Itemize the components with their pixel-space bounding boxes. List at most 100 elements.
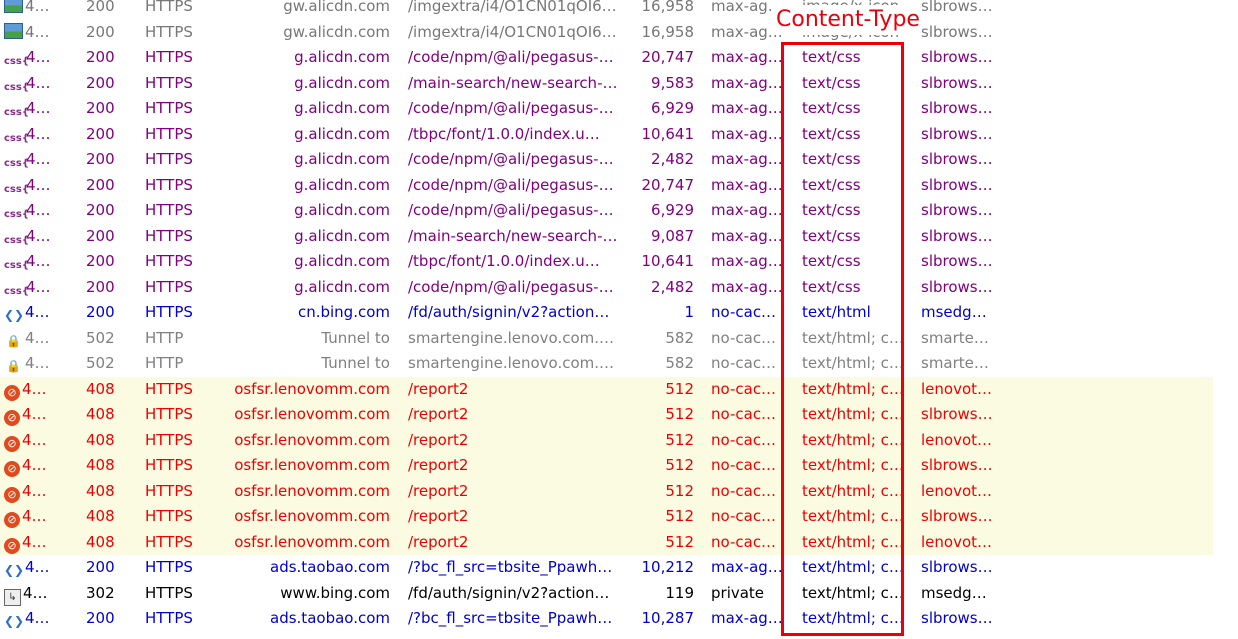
body-size-cell: 119: [665, 583, 694, 602]
caching-cell: max-ag…: [711, 558, 783, 576]
result-cell: 408: [86, 430, 115, 449]
process-cell: smarte…: [921, 354, 989, 372]
caching-cell: max-ag…: [711, 226, 783, 245]
session-row[interactable]: css{4… 200 HTTPS g.alicdn.com/tbpc/font/1.0…: [0, 122, 1238, 148]
session-id: 4…: [26, 48, 51, 66]
result-cell: 408: [86, 456, 115, 474]
protocol-cell: HTTPS: [145, 226, 193, 245]
session-id-cell: ⊘ 4…: [4, 377, 60, 403]
url-cell: /main-search/new-search-…: [408, 73, 618, 92]
session-row[interactable]: css{4… 200 HTTPS g.alicdn.com/code/npm/@ali…: [0, 173, 1238, 199]
session-id-cell: css{4…: [4, 249, 60, 275]
url-cell: /report2: [408, 430, 469, 449]
css-icon: css{: [4, 158, 29, 169]
session-row[interactable]: ↳ 4… 302 HTTPS www.bing.com/fd/auth/signin/v…: [0, 581, 1238, 607]
session-row[interactable]: ⊘ 4… 408 HTTPS osfsr.lenovomm.com/report2 512…: [0, 453, 1213, 479]
process-cell: slbrows…: [921, 252, 993, 270]
protocol-cell: HTTPS: [145, 456, 193, 474]
css-icon: css{: [4, 234, 29, 246]
session-id: 4…: [22, 507, 47, 525]
session-id-cell: css{4…: [4, 71, 60, 97]
session-id: 4…: [23, 583, 48, 602]
process-cell: smarte…: [921, 328, 989, 347]
session-row[interactable]: ❮❯4… 200 HTTPS ads.taobao.com /?bc_fl_src=tb…: [0, 555, 1238, 581]
image-icon: [4, 22, 23, 39]
session-row[interactable]: ❮❯4… 200 HTTPS cn.bing.com/fd/auth/signin/v…: [0, 300, 1238, 326]
protocol-cell: HTTPS: [145, 430, 193, 449]
host-cell: g.alicdn.com: [294, 252, 390, 270]
session-row[interactable]: 4… 200 HTTPS gw.alicdn.com/imgextra/i4/O1CN…: [0, 20, 1238, 46]
session-id: 4…: [25, 354, 50, 372]
host-cell: osfsr.lenovomm.com: [234, 456, 390, 474]
url-cell: smartengine.lenovo.com.…: [408, 354, 615, 372]
lock-icon: 🔒: [6, 359, 21, 373]
protocol-cell: HTTPS: [145, 124, 193, 143]
url-cell: smartengine.lenovo.com.…: [408, 328, 615, 347]
process-cell: slbrows…: [921, 99, 993, 117]
session-row[interactable]: css{4… 200 HTTPS g.alicdn.com/main-search/n…: [0, 71, 1238, 97]
html-icon: ❮❯: [4, 614, 25, 628]
session-row[interactable]: css{4… 200 HTTPS g.alicdn.com/tbpc/font/1.0…: [0, 249, 1238, 275]
url-cell: /report2: [408, 507, 469, 525]
result-cell: 502: [86, 354, 115, 372]
body-size-cell: 1: [684, 303, 694, 321]
process-cell: slbrows…: [921, 226, 993, 245]
session-row[interactable]: 🔒 4… 502 HTTP Tunnel to smartengine.lenovo.co…: [0, 326, 1238, 352]
protocol-cell: HTTP: [145, 328, 184, 347]
session-row[interactable]: ⊘ 4… 408 HTTPS osfsr.lenovomm.com/report2 512…: [0, 504, 1213, 530]
session-id-cell: ⊘ 4…: [4, 479, 60, 505]
session-row[interactable]: css{4… 200 HTTPS g.alicdn.com/code/npm/@ali…: [0, 96, 1238, 122]
session-row[interactable]: css{4… 200 HTTPS g.alicdn.com/code/npm/@ali…: [0, 275, 1238, 301]
url-cell: /tbpc/font/1.0.0/index.u…: [408, 252, 600, 270]
session-row[interactable]: ⊘ 4… 408 HTTPS osfsr.lenovomm.com/report2 512…: [0, 529, 1213, 555]
protocol-cell: HTTPS: [145, 379, 193, 398]
host-cell: gw.alicdn.com: [283, 22, 390, 41]
html-icon: ❮❯: [4, 563, 25, 577]
host-cell: osfsr.lenovomm.com: [234, 507, 390, 525]
url-cell: /report2: [408, 379, 469, 398]
caching-cell: max-ag…: [711, 252, 783, 270]
session-row[interactable]: ⊘ 4… 408 HTTPS osfsr.lenovomm.com/report2 512…: [0, 427, 1213, 453]
session-row[interactable]: css{4… 200 HTTPS g.alicdn.com/code/npm/@ali…: [0, 45, 1238, 71]
session-id: 4…: [25, 328, 50, 347]
session-row[interactable]: 🔒 4… 502 HTTP Tunnel to smartengine.lenovo.co…: [0, 351, 1238, 377]
session-id: 4…: [26, 226, 51, 245]
protocol-cell: HTTPS: [145, 22, 193, 41]
result-cell: 408: [86, 507, 115, 525]
caching-cell: max-ag…: [711, 0, 783, 15]
session-row[interactable]: 4… 200 HTTPS gw.alicdn.com/imgextra/i4/O1CN…: [0, 0, 1238, 20]
caching-cell: max-ag…: [711, 277, 783, 296]
process-cell: slbrows…: [921, 0, 993, 15]
url-cell: /code/npm/@ali/pegasus-…: [408, 201, 614, 219]
protocol-cell: HTTPS: [145, 303, 193, 321]
session-row[interactable]: ❮❯4… 200 HTTPS ads.taobao.com /?bc_fl_src=tb…: [0, 606, 1238, 632]
process-cell: slbrows…: [921, 507, 993, 525]
caching-cell: private: [711, 583, 765, 602]
session-row[interactable]: ⊘ 4… 408 HTTPS osfsr.lenovomm.com/report2 512…: [0, 376, 1213, 403]
session-id-cell: css{4…: [4, 45, 60, 71]
body-size-cell: 512: [665, 456, 694, 474]
process-cell: slbrows…: [921, 456, 993, 474]
session-id: 4…: [26, 277, 51, 296]
result-cell: 200: [86, 73, 115, 92]
host-cell: g.alicdn.com: [294, 73, 390, 92]
process-cell: slbrows…: [921, 48, 993, 66]
session-row[interactable]: ⊘ 4… 408 HTTPS osfsr.lenovomm.com/report2 512…: [0, 478, 1213, 505]
session-row[interactable]: css{4… 200 HTTPS g.alicdn.com/main-search/n…: [0, 224, 1238, 250]
session-row[interactable]: css{4… 200 HTTPS g.alicdn.com/code/npm/@ali…: [0, 198, 1238, 224]
host-cell: osfsr.lenovomm.com: [234, 532, 390, 551]
url-cell: /code/npm/@ali/pegasus-…: [408, 150, 614, 168]
blocked-icon: ⊘: [4, 435, 20, 452]
url-cell: /tbpc/font/1.0.0/index.u…: [408, 124, 600, 143]
session-row[interactable]: ⊘ 4… 408 HTTPS osfsr.lenovomm.com/report2 512…: [0, 402, 1213, 428]
host-cell: gw.alicdn.com: [283, 0, 390, 15]
session-id: 4…: [26, 252, 51, 270]
session-id: 4…: [26, 73, 51, 92]
session-id-cell: css{4…: [4, 198, 60, 224]
url-cell: /imgextra/i4/O1CN01qOI6…: [408, 22, 617, 41]
result-cell: 200: [86, 277, 115, 296]
url-cell: /report2: [408, 481, 469, 500]
caching-cell: no-cac…: [711, 532, 777, 551]
url-cell: /?bc_fl_src=tbsite_Ppawh…: [408, 558, 613, 576]
session-row[interactable]: css{4… 200 HTTPS g.alicdn.com/code/npm/@ali…: [0, 147, 1238, 173]
